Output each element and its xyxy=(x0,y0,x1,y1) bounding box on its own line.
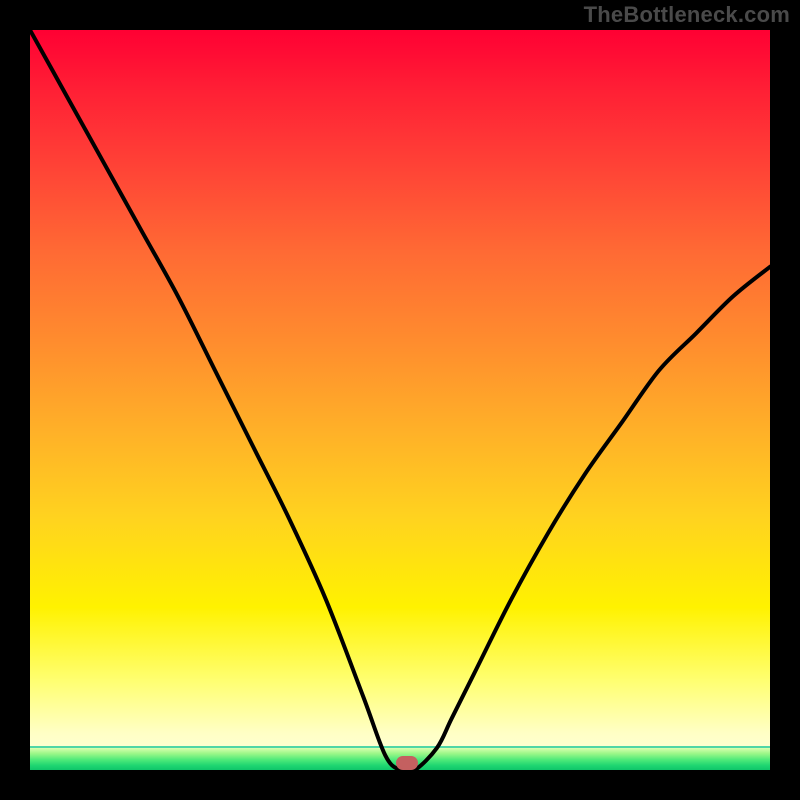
watermark-text: TheBottleneck.com xyxy=(584,2,790,28)
chart-frame: TheBottleneck.com xyxy=(0,0,800,800)
optimal-point-marker xyxy=(396,756,418,770)
plot-area xyxy=(30,30,770,770)
bottleneck-curve xyxy=(30,30,770,770)
